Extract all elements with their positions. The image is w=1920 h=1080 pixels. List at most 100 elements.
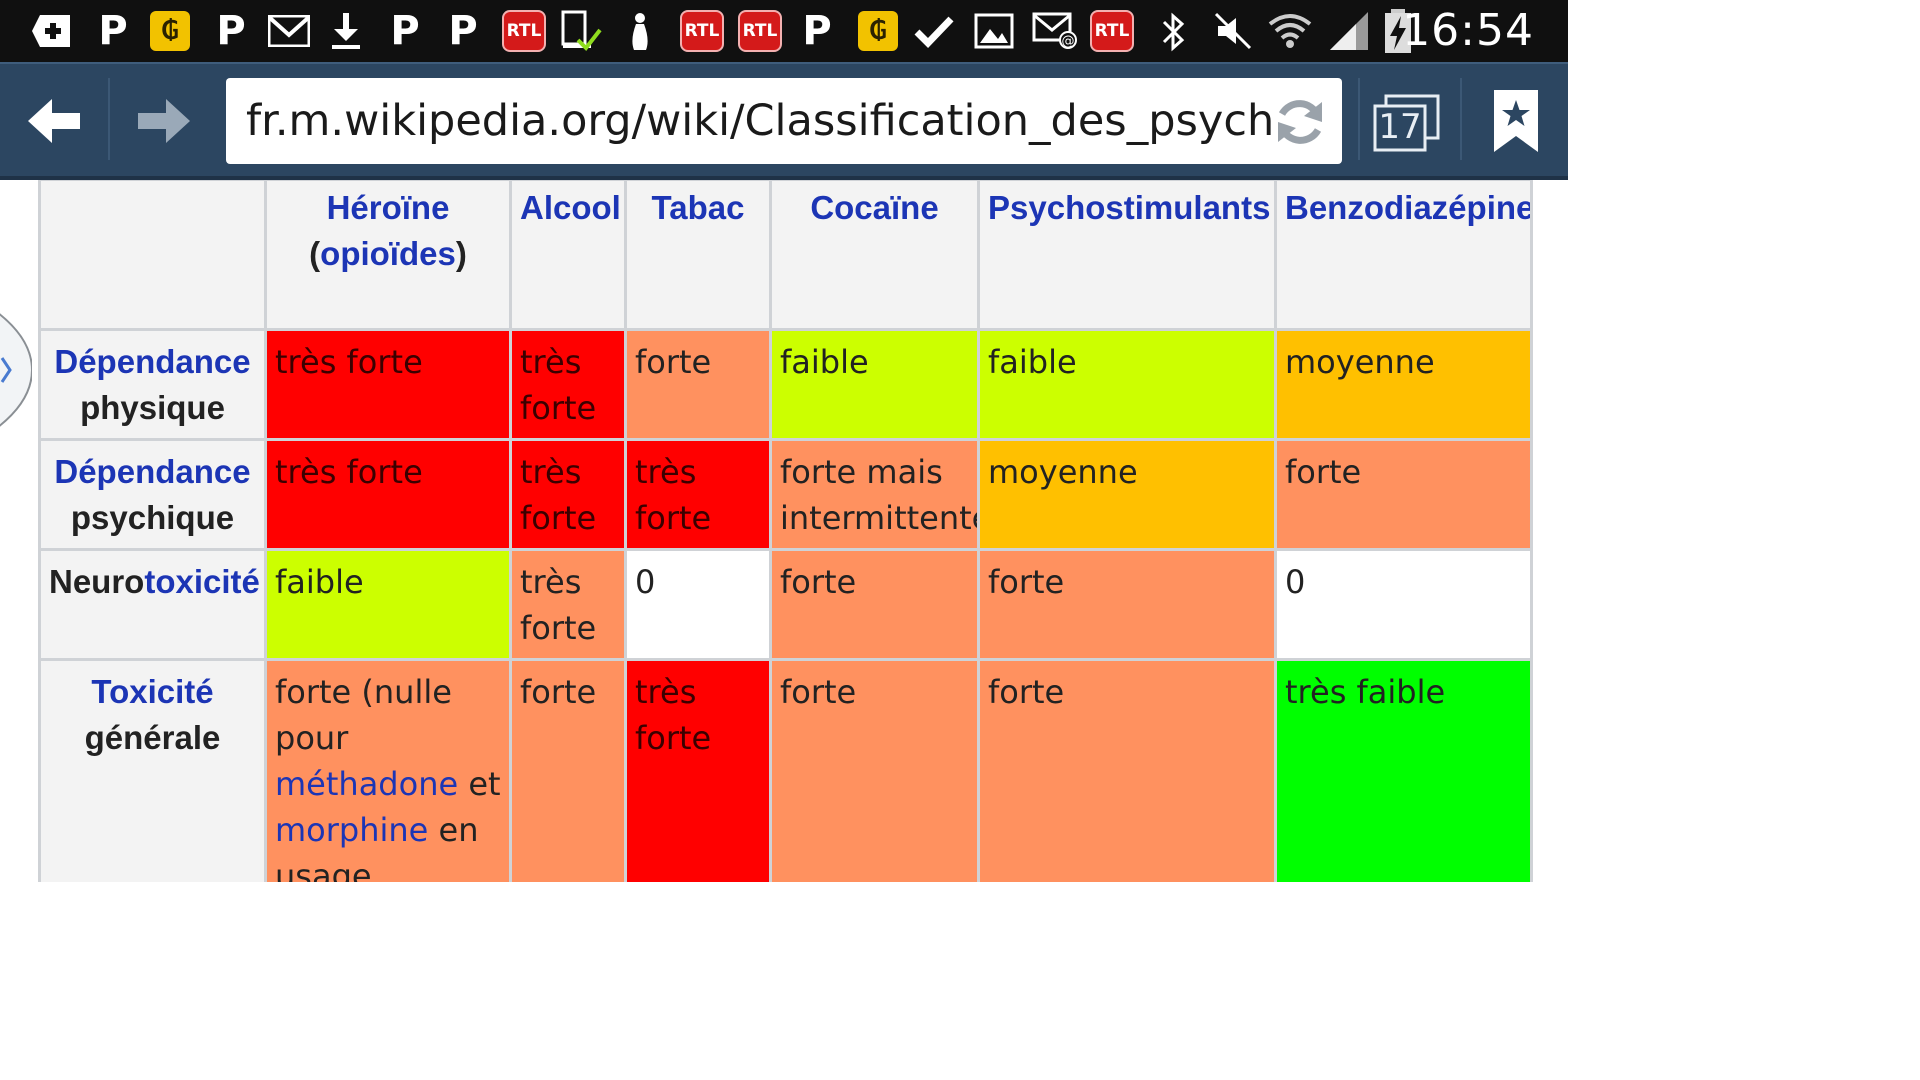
row-header: Toxicité générale xyxy=(38,658,267,882)
side-drawer-handle[interactable] xyxy=(0,280,32,460)
wiki-link[interactable]: Cocaïne xyxy=(810,189,938,226)
rating-cell: faible xyxy=(769,328,980,441)
column-header: Tabac xyxy=(624,180,772,331)
wiki-link[interactable]: toxicité xyxy=(144,563,260,600)
cell-text: forte xyxy=(988,563,1065,601)
wiki-link[interactable]: Benzodiazépines xyxy=(1285,189,1529,226)
cell-text: forte xyxy=(988,673,1065,711)
rating-cell: 0 xyxy=(1274,548,1533,661)
rating-cell: très faible xyxy=(1274,658,1533,882)
rating-cell: très forte xyxy=(264,438,512,551)
cell-text: forte xyxy=(780,563,857,601)
cell-text: psychique xyxy=(70,499,235,536)
cell-text: faible xyxy=(988,343,1077,381)
rating-cell: forte xyxy=(1274,438,1533,551)
cell-text: ( xyxy=(309,235,321,272)
tab-count: 17 xyxy=(1378,107,1422,147)
rating-cell: forte (nulle pour méthadone et morphine … xyxy=(264,658,512,882)
cell-text: ) xyxy=(455,235,467,272)
column-header: Benzodiazépines xyxy=(1274,180,1533,331)
cell-text: très faible xyxy=(1285,673,1446,711)
cell-text: très forte xyxy=(635,453,712,537)
p-app-icon-4: P xyxy=(448,8,478,54)
wiki-link[interactable]: Tabac xyxy=(652,189,745,226)
address-bar[interactable]: fr.m.wikipedia.org/wiki/Classification_d… xyxy=(226,78,1342,164)
wiki-link[interactable]: méthadone xyxy=(275,765,458,803)
cell-text: 0 xyxy=(1285,563,1306,601)
wiki-link[interactable]: morphine xyxy=(275,811,428,849)
rating-cell: moyenne xyxy=(977,438,1277,551)
cell-text: forte (nulle pour xyxy=(275,673,452,757)
table-row: Neurotoxicité faible très forte 0 forte forte… xyxy=(38,548,1533,661)
wifi-icon xyxy=(1268,14,1312,48)
cell-text: physique xyxy=(80,389,225,426)
checkmark-icon xyxy=(914,8,954,54)
rating-cell: 0 xyxy=(624,548,772,661)
cell-text: générale xyxy=(84,719,221,756)
bookmark-icon xyxy=(1494,90,1538,152)
column-header: Psychostimulants xyxy=(977,180,1277,331)
wiki-link[interactable]: Dépendance xyxy=(54,343,250,380)
cell-text: forte xyxy=(635,343,712,381)
rating-cell: très forte xyxy=(624,658,772,882)
wiki-link[interactable]: opioïdes xyxy=(320,235,456,272)
svg-text:@: @ xyxy=(1062,34,1075,49)
forward-button[interactable] xyxy=(128,86,200,156)
corner-cell xyxy=(38,180,267,331)
row-header: Dépendance psychique xyxy=(38,438,267,551)
wiki-link[interactable]: Toxicité xyxy=(91,673,213,710)
rating-cell: très forte xyxy=(509,548,627,661)
cell-text: forte xyxy=(1285,453,1362,491)
table-row: Dépendance psychique très forte très forte t… xyxy=(38,438,1533,551)
browser-toolbar: fr.m.wikipedia.org/wiki/Classification_d… xyxy=(0,62,1568,178)
wiki-link[interactable]: Héroïne xyxy=(327,189,450,226)
email-icon: @ xyxy=(1032,8,1078,54)
cell-text: très forte xyxy=(275,453,423,491)
wiki-link[interactable]: Psychostimulants xyxy=(988,189,1270,226)
column-header: Cocaïne xyxy=(769,180,980,331)
reload-icon[interactable] xyxy=(1272,94,1328,150)
column-header: Héroïne (opioïdes) xyxy=(264,180,512,331)
wiki-link[interactable]: Dépendance xyxy=(54,453,250,490)
coin-app-icon-2: ₲ xyxy=(858,11,898,51)
cell-text: très forte xyxy=(520,453,597,537)
coin-app-icon: ₲ xyxy=(150,11,190,51)
back-button[interactable] xyxy=(18,86,90,156)
bluetooth-icon xyxy=(1162,12,1185,52)
rating-cell: très forte xyxy=(509,438,627,551)
rating-cell: forte xyxy=(769,658,980,882)
gmail-icon xyxy=(268,8,310,54)
rating-cell: forte xyxy=(977,658,1277,882)
rtl-icon-4: RTL xyxy=(1090,10,1134,52)
psychotropes-comparison-table: Héroïne (opioïdes) Alcool Tabac Cocaïne Psych… xyxy=(38,180,1533,882)
wiki-link[interactable]: Alcool xyxy=(520,189,621,226)
image-icon xyxy=(974,8,1014,54)
rating-cell: forte xyxy=(977,548,1277,661)
add-notification-icon xyxy=(30,8,74,54)
cell-text: très forte xyxy=(520,343,597,427)
rating-cell: moyenne xyxy=(1274,328,1533,441)
cell-text: faible xyxy=(780,343,869,381)
rtl-icon-3: RTL xyxy=(738,10,782,52)
p-app-icon: P xyxy=(98,8,128,54)
page-content: Héroïne (opioïdes) Alcool Tabac Cocaïne Psych… xyxy=(0,180,1568,882)
device-check-icon xyxy=(560,8,604,54)
row-header: Dépendance physique xyxy=(38,328,267,441)
rating-cell: très forte xyxy=(509,328,627,441)
status-bar: P ₲ P P P RTL RTL RTL P ₲ @ RTL 16:54 xyxy=(0,0,1568,62)
p-app-icon-2: P xyxy=(216,8,246,54)
bowling-pin-icon xyxy=(626,8,654,54)
forward-arrow-icon xyxy=(138,99,190,143)
column-header: Alcool xyxy=(509,180,627,331)
bookmark-button[interactable] xyxy=(1488,86,1544,156)
rating-cell: très forte xyxy=(264,328,512,441)
tabs-button[interactable]: 17 xyxy=(1372,90,1444,154)
cell-text: moyenne xyxy=(988,453,1138,491)
rating-cell: très forte xyxy=(624,438,772,551)
cell-text: très forte xyxy=(275,343,423,381)
rating-cell: forte xyxy=(769,548,980,661)
rtl-icon-2: RTL xyxy=(680,10,724,52)
back-arrow-icon xyxy=(28,99,80,143)
table-header-row: Héroïne (opioïdes) Alcool Tabac Cocaïne Psych… xyxy=(38,180,1533,331)
url-text[interactable]: fr.m.wikipedia.org/wiki/Classification_d… xyxy=(246,78,1276,164)
